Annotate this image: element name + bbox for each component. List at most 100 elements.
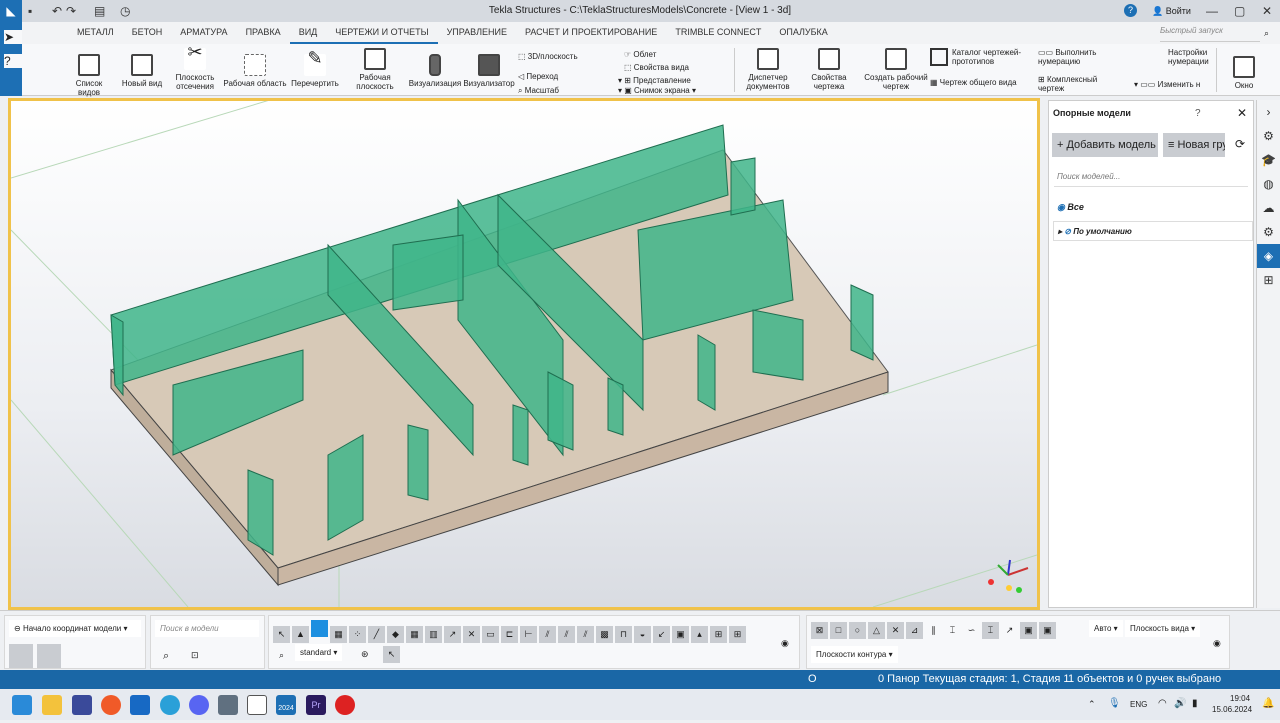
select-weld-icon[interactable]: ↗ [444, 626, 461, 643]
undo-icon[interactable]: ↶ [52, 4, 62, 18]
all-models-item[interactable]: ◉ Все [1057, 202, 1084, 213]
snap-arrow-icon[interactable]: ↗ [1001, 622, 1018, 639]
visualization-button[interactable]: Визуализация [408, 54, 462, 88]
view-list-button[interactable]: Список видов [64, 54, 114, 97]
select-points-icon[interactable]: ⁘ [349, 626, 366, 643]
login-button[interactable]: 👤 Войти [1152, 6, 1191, 17]
snap-circle-icon[interactable]: ○ [849, 622, 866, 639]
drawing-catalog-button[interactable]: Каталог чертежей-прототипов [930, 48, 1030, 66]
tab-edit[interactable]: ПРАВКА [237, 22, 290, 44]
tab-concrete[interactable]: БЕТОН [123, 22, 172, 44]
volume-icon[interactable]: 🔊 [1174, 698, 1186, 709]
outlook-icon[interactable] [130, 695, 150, 715]
zoom-button[interactable]: ⌕ Масштаб [518, 86, 559, 96]
visibility-icon[interactable]: ◉ [1213, 638, 1221, 649]
panel-close-icon[interactable]: ✕ [1237, 106, 1247, 120]
clipboard-icon[interactable]: ▤ [94, 4, 105, 18]
battery-icon[interactable]: ▮ [1192, 698, 1198, 709]
select-icon[interactable]: ↖ [273, 626, 290, 643]
fly-button[interactable]: ☞ Облет [624, 50, 656, 59]
select-edge-icon[interactable]: ↙ [653, 626, 670, 643]
select-arrow-icon[interactable]: ➤ [4, 30, 22, 44]
screenshot-button[interactable]: ▾ ▣ Снимок экрана ▾ [618, 86, 696, 95]
default-group-item[interactable]: ▸ ⊘ По умолчанию [1053, 221, 1253, 241]
snap-triangle-icon[interactable]: △ [868, 622, 885, 639]
change-numbering-button[interactable]: ▾ ▭▭ Изменить н [1134, 80, 1200, 89]
redo-icon[interactable]: ↷ [66, 4, 76, 18]
work-area-button[interactable]: Рабочая область [222, 54, 288, 88]
select-grid-icon[interactable]: ▦ [406, 626, 423, 643]
cloud-icon[interactable]: ☁ [1257, 196, 1280, 220]
new-view-button[interactable]: Новый вид [120, 54, 164, 88]
select-green-icon[interactable]: ▣ [672, 626, 689, 643]
tray-chevron-icon[interactable]: ⌃ [1088, 699, 1096, 710]
new-group-button[interactable]: ≡ Новая гру [1163, 133, 1225, 157]
navigate-button[interactable]: ◁ Переход [518, 72, 558, 81]
document-manager-button[interactable]: Диспетчер документов [742, 48, 794, 91]
select-surface-icon[interactable]: ◒ [634, 626, 651, 643]
cursor-snap-icon[interactable]: ↖ [383, 646, 400, 663]
clock-date[interactable]: 15.06.2024 [1212, 705, 1252, 714]
select-mesh-icon[interactable]: ▩ [596, 626, 613, 643]
visibility-icon[interactable]: ◉ [781, 638, 789, 649]
recorder-icon[interactable] [335, 695, 355, 715]
windows-start-icon[interactable] [12, 695, 32, 715]
work-plane-button[interactable]: Рабочая плоскость [350, 48, 400, 91]
3d-plane-button[interactable]: ⬚ 3D/плоскость [518, 52, 578, 61]
numbering-settings-button[interactable]: Настройки нумерации [1134, 48, 1214, 66]
tab-formwork[interactable]: ОПАЛУБКА [770, 22, 836, 44]
snap-intersection-icon[interactable]: ✕ [887, 622, 904, 639]
panel-help-icon[interactable]: ? [1195, 108, 1201, 119]
select-assembly-icon[interactable]: ▦ [330, 626, 347, 643]
redraw-button[interactable]: ✎ Перечертить [290, 49, 340, 88]
drawing-properties-button[interactable]: Свойства чертежа [804, 48, 854, 91]
origin-dropdown[interactable]: ⊖ Начало координат модели ▾ [9, 620, 141, 637]
snap-extension-icon[interactable]: ⌶ [944, 622, 961, 639]
select-pour-icon[interactable]: ⊓ [615, 626, 632, 643]
search-icon[interactable]: ⌕ [163, 650, 169, 663]
tab-view[interactable]: ВИД [289, 22, 327, 44]
select-flag-icon[interactable]: ⊢ [520, 626, 537, 643]
tab-manage[interactable]: УПРАВЛЕНИЕ [438, 22, 516, 44]
view-properties-button[interactable]: ⬚ Свойства вида [624, 63, 689, 72]
view-plane-dropdown[interactable]: Плоскость вида ▾ [1125, 620, 1201, 637]
save-app-icon[interactable] [72, 695, 92, 715]
select-rebar-set-icon[interactable]: ⫽ [558, 626, 575, 643]
select-bolt-icon[interactable]: ⊏ [501, 626, 518, 643]
close-icon[interactable]: ✕ [1262, 4, 1272, 18]
select-part-icon[interactable] [311, 620, 328, 637]
snap-icon[interactable]: ⌕ [279, 650, 284, 661]
snap-orange-icon[interactable]: ▣ [1020, 622, 1037, 639]
tab-rebar[interactable]: АРМАТУРА [171, 22, 236, 44]
tab-metal[interactable]: МЕТАЛЛ [68, 22, 123, 44]
select-misc-icon[interactable]: ▴ [691, 626, 708, 643]
representation-button[interactable]: ▾ ⊞ Представление [618, 76, 691, 85]
minimize-icon[interactable]: — [1206, 4, 1218, 18]
3d-viewport[interactable] [8, 98, 1040, 610]
tab-drawings[interactable]: ЧЕРТЕЖИ И ОТЧЕТЫ [326, 22, 438, 44]
snap-brown-icon[interactable]: ▣ [1039, 622, 1056, 639]
delete-icon[interactable] [37, 644, 61, 668]
snap-free-icon[interactable]: ⌶ [982, 622, 999, 639]
microphone-icon[interactable]: 🎙 [1108, 698, 1121, 709]
tekla-taskbar-icon[interactable]: 2024 [276, 695, 296, 715]
discord-icon[interactable] [189, 695, 209, 715]
select-line-icon[interactable]: ╱ [368, 626, 385, 643]
save-icon[interactable]: ▪ [28, 4, 32, 18]
select-view-icon[interactable]: ▭ [482, 626, 499, 643]
create-drawing-button[interactable]: Создать рабочий чертеж [862, 48, 930, 91]
auto-dropdown[interactable]: Авто ▾ [1089, 620, 1123, 637]
brave-icon[interactable] [101, 695, 121, 715]
model-search-input[interactable]: Поиск моделей... [1054, 165, 1248, 187]
select-group-icon[interactable]: ⊞ [710, 626, 727, 643]
select-rebar-group-icon[interactable]: ⫽ [577, 626, 594, 643]
window-button[interactable]: Окно [1226, 56, 1262, 90]
tab-trimble-connect[interactable]: TRIMBLE CONNECT [666, 22, 770, 44]
select-rebar-icon[interactable]: ⫽ [539, 626, 556, 643]
snap-curve-icon[interactable]: ∽ [963, 622, 980, 639]
model-search-field[interactable]: Поиск в модели [155, 620, 259, 637]
quick-launch-input[interactable]: Быстрый запуск [1160, 26, 1260, 42]
ga-drawing-button[interactable]: ▦ Чертеж общего вида [930, 78, 1017, 87]
help-query-icon[interactable]: ? [4, 54, 22, 68]
snap-ref-icon[interactable]: ⊠ [811, 622, 828, 639]
